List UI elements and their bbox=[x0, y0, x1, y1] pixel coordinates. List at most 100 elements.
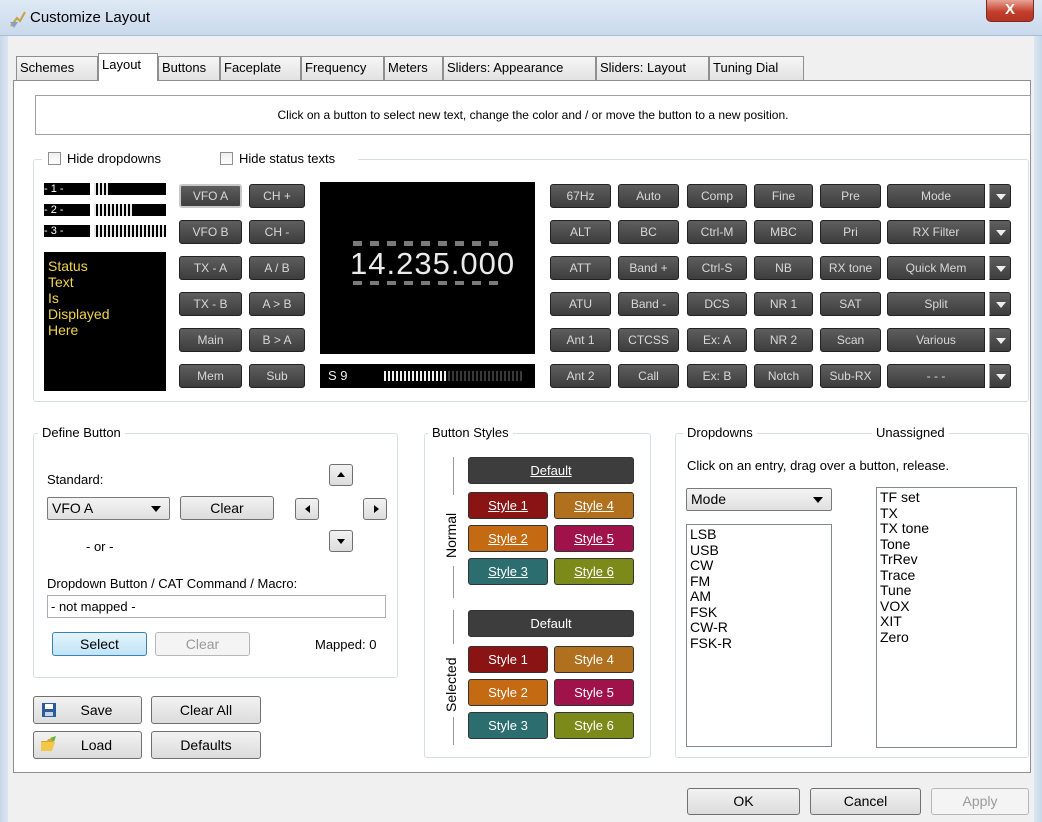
dropdown-quick-mem-button[interactable]: Quick Mem bbox=[887, 256, 985, 280]
nr-1-button[interactable]: NR 1 bbox=[754, 292, 813, 316]
tab-layout[interactable]: Layout bbox=[98, 53, 158, 81]
tab-tuning-dial[interactable]: Tuning Dial bbox=[709, 56, 804, 80]
style-default-selected[interactable]: Default bbox=[468, 610, 634, 637]
list-item[interactable]: Zero bbox=[880, 629, 1013, 646]
ch-plus-button[interactable]: CH + bbox=[249, 184, 305, 208]
ctrl-s-button[interactable]: Ctrl-S bbox=[687, 256, 747, 280]
mem-button[interactable]: Mem bbox=[179, 364, 242, 388]
vfo-b-button[interactable]: VFO B bbox=[179, 220, 242, 244]
vfo-a-button[interactable]: VFO A bbox=[179, 184, 242, 208]
tx-b-button[interactable]: TX - B bbox=[179, 292, 242, 316]
b-to-a-button[interactable]: B > A bbox=[249, 328, 305, 352]
comp-button[interactable]: Comp bbox=[687, 184, 747, 208]
selected-style-4-button[interactable]: Style 4 bbox=[554, 646, 634, 673]
list-item[interactable]: Tune bbox=[880, 582, 1013, 599]
dropdown-items-list[interactable]: LSB USB CW FM AM FSK CW-R FSK-R bbox=[686, 524, 832, 747]
dropdown-arrow-icon[interactable] bbox=[989, 220, 1011, 244]
selected-style-2-button[interactable]: Style 2 bbox=[468, 679, 548, 706]
scan-button[interactable]: Scan bbox=[820, 328, 881, 352]
dropdown-arrow-icon[interactable] bbox=[989, 184, 1011, 208]
ctrl-m-button[interactable]: Ctrl-M bbox=[687, 220, 747, 244]
normal-style-3-button[interactable]: Style 3 bbox=[468, 558, 548, 585]
tab-meters[interactable]: Meters bbox=[384, 56, 443, 80]
dropdown-various-button[interactable]: Various bbox=[887, 328, 985, 352]
ant-2-button[interactable]: Ant 2 bbox=[550, 364, 611, 388]
move-up-button[interactable] bbox=[329, 464, 353, 486]
list-item[interactable]: FSK bbox=[690, 604, 828, 621]
notch-button[interactable]: Notch bbox=[754, 364, 813, 388]
fine-button[interactable]: Fine bbox=[754, 184, 813, 208]
selected-style-1-button[interactable]: Style 1 bbox=[468, 646, 548, 673]
selected-style-6-button[interactable]: Style 6 bbox=[554, 712, 634, 739]
list-item[interactable]: Tone bbox=[880, 536, 1013, 553]
mbc-button[interactable]: MBC bbox=[754, 220, 813, 244]
dropdown-blank-button[interactable]: - - - bbox=[887, 364, 985, 388]
list-item[interactable]: LSB bbox=[690, 526, 828, 543]
ch-minus-button[interactable]: CH - bbox=[249, 220, 305, 244]
list-item[interactable]: TX tone bbox=[880, 520, 1013, 537]
list-item[interactable]: CW bbox=[690, 557, 828, 574]
list-item[interactable]: VOX bbox=[880, 598, 1013, 615]
list-item[interactable]: USB bbox=[690, 542, 828, 559]
rx-tone-button[interactable]: RX tone bbox=[820, 256, 881, 280]
close-button[interactable]: X bbox=[986, 0, 1034, 22]
list-item[interactable]: TrRev bbox=[880, 551, 1013, 568]
unassigned-list[interactable]: TF set TX TX tone Tone TrRev Trace Tune VOX XIT Z… bbox=[876, 487, 1017, 748]
ctcss-button[interactable]: CTCSS bbox=[618, 328, 679, 352]
a-swap-b-button[interactable]: A / B bbox=[249, 256, 305, 280]
dropdown-rx-filter-button[interactable]: RX Filter bbox=[887, 220, 985, 244]
dropdown-arrow-icon[interactable] bbox=[989, 364, 1011, 388]
tab-frequency[interactable]: Frequency bbox=[301, 56, 384, 80]
sub-rx-button[interactable]: Sub-RX bbox=[820, 364, 881, 388]
cancel-button[interactable]: Cancel bbox=[810, 788, 921, 815]
pri-button[interactable]: Pri bbox=[820, 220, 881, 244]
clear-all-button[interactable]: Clear All bbox=[151, 696, 261, 724]
tab-buttons[interactable]: Buttons bbox=[158, 56, 220, 80]
save-button[interactable]: Save bbox=[33, 696, 142, 724]
nr-2-button[interactable]: NR 2 bbox=[754, 328, 813, 352]
move-right-button[interactable] bbox=[363, 498, 387, 520]
selected-style-5-button[interactable]: Style 5 bbox=[554, 679, 634, 706]
defaults-button[interactable]: Defaults bbox=[151, 731, 261, 759]
clear-standard-button[interactable]: Clear bbox=[180, 496, 274, 520]
standard-combo[interactable]: VFO A bbox=[47, 497, 170, 520]
ok-button[interactable]: OK bbox=[687, 788, 800, 815]
sub-button[interactable]: Sub bbox=[249, 364, 305, 388]
dropdown-arrow-icon[interactable] bbox=[989, 328, 1011, 352]
select-button[interactable]: Select bbox=[52, 632, 147, 656]
tab-faceplate[interactable]: Faceplate bbox=[220, 56, 301, 80]
nb-button[interactable]: NB bbox=[754, 256, 813, 280]
pre-button[interactable]: Pre bbox=[820, 184, 881, 208]
dropdown-mode-button[interactable]: Mode bbox=[887, 184, 985, 208]
call-button[interactable]: Call bbox=[618, 364, 679, 388]
sat-button[interactable]: SAT bbox=[820, 292, 881, 316]
list-item[interactable]: AM bbox=[690, 588, 828, 605]
dropdown-select[interactable]: Mode bbox=[686, 488, 832, 511]
att-button[interactable]: ATT bbox=[550, 256, 611, 280]
move-down-button[interactable] bbox=[329, 530, 353, 552]
tab-sliders-appearance[interactable]: Sliders: Appearance bbox=[443, 56, 596, 80]
dropdown-arrow-icon[interactable] bbox=[989, 292, 1011, 316]
dcs-button[interactable]: DCS bbox=[687, 292, 747, 316]
list-item[interactable]: FM bbox=[690, 573, 828, 590]
normal-style-4-button[interactable]: Style 4 bbox=[554, 492, 634, 519]
list-item[interactable]: TF set bbox=[880, 489, 1013, 506]
67hz-button[interactable]: 67Hz bbox=[550, 184, 611, 208]
auto-button[interactable]: Auto bbox=[618, 184, 679, 208]
move-left-button[interactable] bbox=[295, 498, 319, 520]
tab-sliders-layout[interactable]: Sliders: Layout bbox=[596, 56, 709, 80]
ex-b-button[interactable]: Ex: B bbox=[687, 364, 747, 388]
selected-style-3-button[interactable]: Style 3 bbox=[468, 712, 548, 739]
style-default-normal[interactable]: Default bbox=[468, 457, 634, 484]
main-button[interactable]: Main bbox=[179, 328, 242, 352]
ant-1-button[interactable]: Ant 1 bbox=[550, 328, 611, 352]
band-button[interactable]: Band + bbox=[618, 256, 679, 280]
ex-a-button[interactable]: Ex: A bbox=[687, 328, 747, 352]
list-item[interactable]: CW-R bbox=[690, 619, 828, 636]
dropdown-split-button[interactable]: Split bbox=[887, 292, 985, 316]
bc-button[interactable]: BC bbox=[618, 220, 679, 244]
dropdown-arrow-icon[interactable] bbox=[989, 256, 1011, 280]
mapping-field[interactable]: - not mapped - bbox=[47, 595, 386, 618]
load-button[interactable]: Load bbox=[33, 731, 142, 759]
list-item[interactable]: Trace bbox=[880, 567, 1013, 584]
